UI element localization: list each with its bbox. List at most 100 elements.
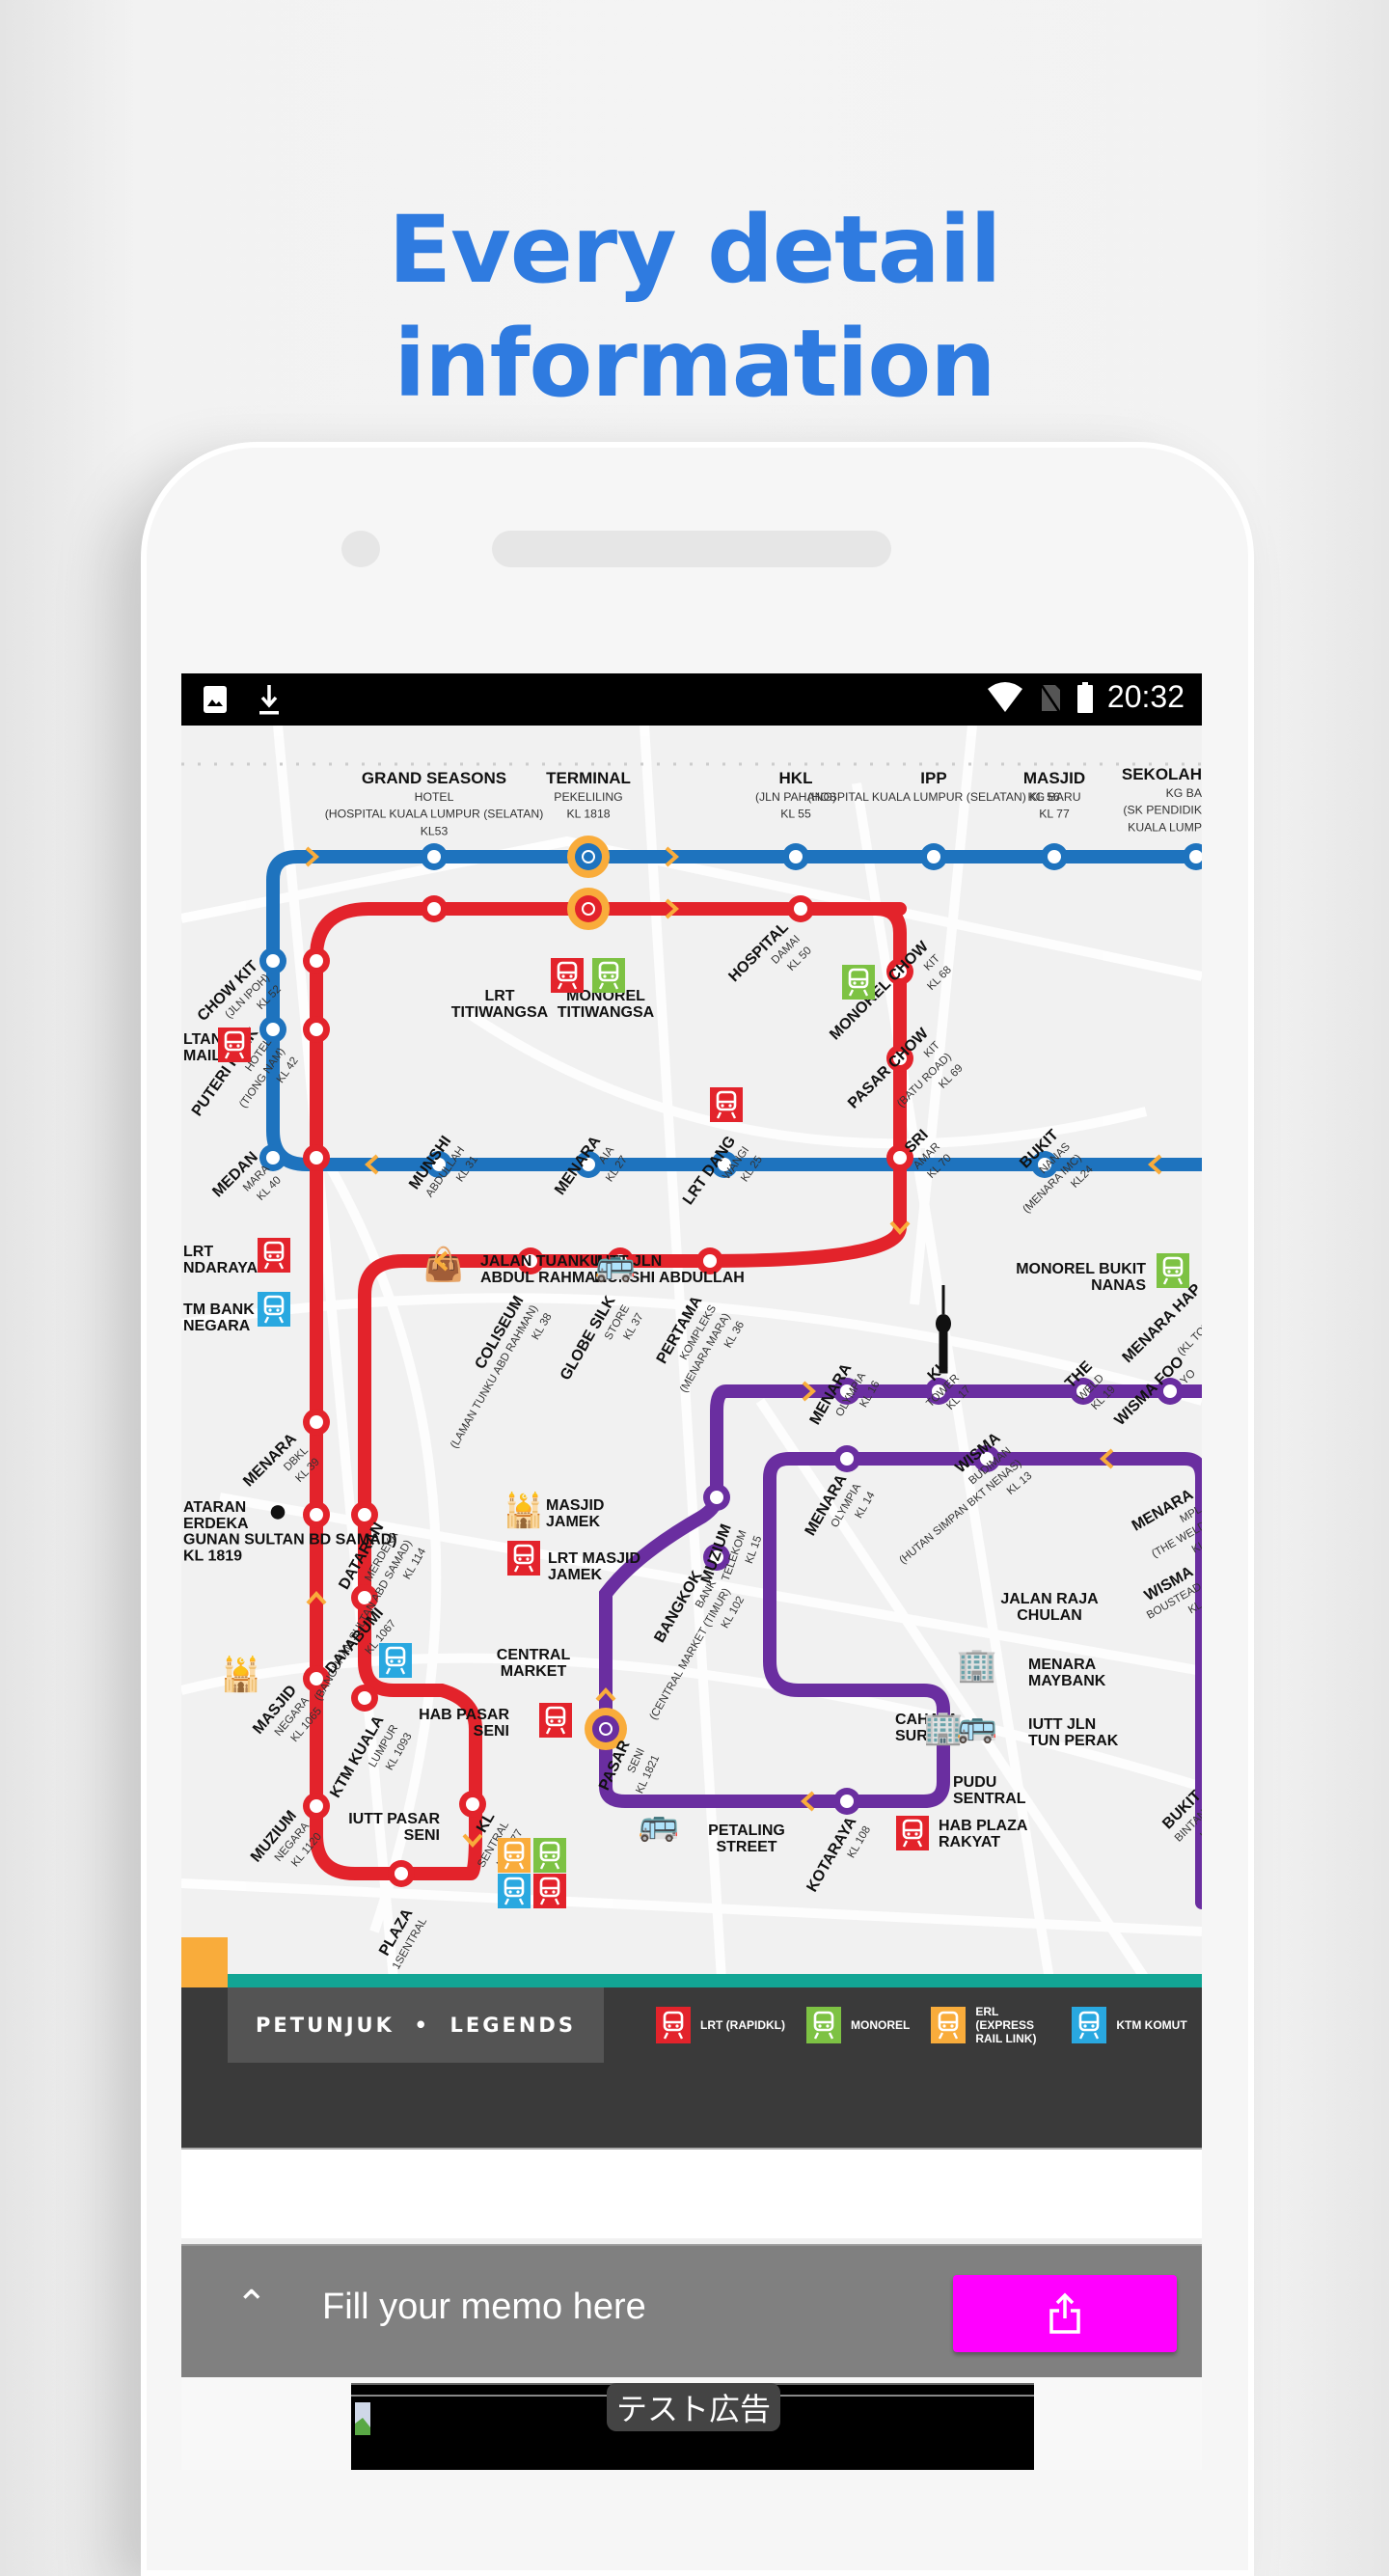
headline-line-2: information [394,310,995,418]
lrt-badge-hab-pasar-seni[interactable] [539,1703,572,1738]
monorel-badge-bukit-nanas[interactable] [1157,1253,1189,1288]
masjid-negara-icon: 🕌 [221,1655,261,1693]
legend-title-box: PETUNJUK • LEGENDS [228,1987,604,2063]
station-plaza-1sentral[interactable] [388,1860,415,1887]
legend-section: PETUNJUK • LEGENDS LRT (RAPIDKL) MONOREL E… [181,1937,1202,2238]
svg-text:MASJID: MASJID [546,1497,604,1514]
shopping-bag-icon: 👜 [423,1246,464,1283]
lrt-badge-bandaraya[interactable] [258,1238,290,1273]
memo-input[interactable]: Fill your memo here [322,2287,646,2328]
station-masjid-kg-baru[interactable] [1041,843,1068,870]
legend-item-label: ERL (EXPRESS RAIL LINK) [975,2005,1037,2045]
ktm-badge-kuala-lumpur[interactable] [379,1643,412,1678]
phone-speaker [492,531,891,567]
legend-item: LRT (RAPIDKL) [656,2007,785,2043]
ktm-badge-kl-sentral[interactable] [498,1874,531,1908]
status-time: 20:32 [1106,679,1185,714]
svg-text:TUN PERAK: TUN PERAK [1028,1733,1119,1749]
station-ktm-kuala-lumpur[interactable] [351,1685,378,1712]
svg-text:SENTRAL: SENTRAL [953,1791,1026,1807]
station-menara-dbkl[interactable] [303,1409,330,1436]
no-sim-icon [1039,682,1061,714]
svg-text:LTAN: LTAN [183,1031,222,1048]
svg-text:CHULAN: CHULAN [1017,1607,1082,1624]
station-chow-kit[interactable] [259,947,286,974]
svg-text:RAKYAT: RAKYAT [939,1834,1000,1850]
svg-text:HAB PLAZA: HAB PLAZA [939,1818,1028,1834]
monorel-badge-chow-kit[interactable] [842,965,875,1000]
svg-text:HOTEL: HOTEL [415,790,454,804]
svg-text:KL 1818: KL 1818 [566,808,610,821]
download-icon [259,685,279,715]
station-terminal-pekeliling[interactable] [567,836,610,878]
ktm-badge-bank-negara[interactable] [258,1292,290,1327]
svg-text:ERDEKA: ERDEKA [183,1516,249,1532]
lrt-badge-sultan-ismail[interactable] [218,1028,251,1062]
dataran-merdeka-landmark-icon: ● [268,1493,288,1529]
chevron-up-icon[interactable]: ⌃ [235,2283,268,2327]
svg-text:MARKET: MARKET [501,1663,567,1680]
ad-banner[interactable]: テスト広告 [351,2383,1034,2470]
station-terminal-pekeliling-red[interactable] [567,888,610,930]
svg-text:JALAN RAJA: JALAN RAJA [1000,1591,1099,1607]
svg-text:KL 77: KL 77 [1039,808,1070,821]
station-chow-kit-red[interactable] [303,947,330,974]
svg-text:CENTRAL: CENTRAL [497,1647,571,1663]
train-icon [656,2007,691,2043]
label-central-market: CENTRALMARKET [497,1647,571,1680]
station-muzium-telekom[interactable] [703,1484,730,1511]
label-menara-maybank: MENARAMAYBANK [1028,1657,1106,1689]
lrt-badge-kl-sentral[interactable] [533,1874,566,1908]
station-puteri-park-red[interactable] [303,1016,330,1043]
svg-text:MONOREL BUKIT: MONOREL BUKIT [1016,1261,1146,1277]
station-menara-olympia-2[interactable] [833,1445,860,1472]
svg-text:IUTT PASAR: IUTT PASAR [348,1811,440,1827]
monorel-badge-titiwangsa[interactable] [592,958,625,993]
station-grand-seasons-hotel[interactable] [421,843,448,870]
memo-bar: ⌃ Fill your memo here [181,2244,1202,2379]
share-button[interactable] [953,2275,1177,2352]
station-ipp[interactable] [920,843,947,870]
train-icon [1072,2007,1107,2043]
train-icon [805,2007,841,2043]
bus-icon: 🚌 [595,1247,636,1283]
svg-text:KG BARU: KG BARU [1027,790,1080,804]
legend-items: LRT (RAPIDKL) MONOREL ERL (EXPRESS RAIL LI… [656,2005,1187,2045]
svg-text:HAB PASAR: HAB PASAR [419,1707,509,1723]
share-icon [1049,2292,1080,2334]
svg-text:HKL: HKL [779,769,813,787]
erl-badge-kl-sentral[interactable] [498,1838,531,1873]
svg-text:KG BA: KG BA [1166,786,1202,800]
phone-screen: 20:32 GRAND SEASONS HOTEL (HOSPITAL KUALA … [181,673,1202,2470]
station-muzium-negara[interactable] [303,1793,330,1820]
svg-text:MAYBANK: MAYBANK [1028,1673,1106,1689]
label-jalan-tuanku-abdul-rahman: JALAN TUANKUABDUL RAHMAN [480,1253,607,1286]
station-hospital-damai[interactable] [787,895,814,922]
label-masjid-jamek: MASJIDJAMEK [546,1497,604,1530]
train-icon [931,2007,967,2043]
svg-text:GRAND SEASONS: GRAND SEASONS [362,769,506,787]
phone-camera [341,531,380,567]
station-medan-mara-red[interactable] [303,1144,330,1171]
station-grand-seasons-red[interactable] [421,895,448,922]
label-ktm-bank-negara: TM BANKNEGARA [183,1302,255,1334]
label-monorel-titiwangsa: MONORELTITIWANGSA [558,988,655,1021]
lrt-badge-titiwangsa[interactable] [551,958,584,993]
legend-item: MONOREL [805,2007,910,2043]
headline: Every detail information [0,193,1389,421]
label-sultan-ismail: LTANMAIL [183,1031,222,1064]
svg-text:GUNAN SULTAN BD SAMAD): GUNAN SULTAN BD SAMAD) [183,1532,397,1548]
ad-label: テスト広告 [607,2383,781,2431]
lrt-badge-masjid-jamek[interactable] [507,1541,540,1576]
station-kotaraya[interactable] [833,1788,860,1815]
svg-text:TITIWANGSA: TITIWANGSA [451,1004,549,1021]
station-hkl[interactable] [782,843,809,870]
svg-text:SENI: SENI [404,1827,440,1844]
svg-text:NANAS: NANAS [1091,1277,1146,1294]
lrt-badge-plaza-rakyat[interactable] [896,1816,929,1850]
svg-text:SEKOLAH: SEKOLAH [1122,765,1202,783]
lrt-badge-dang-wangi[interactable] [710,1087,743,1122]
monorel-badge-kl-sentral[interactable] [533,1838,566,1873]
svg-text:IPP: IPP [920,769,946,787]
station-dataran-merdeka[interactable] [303,1501,330,1528]
